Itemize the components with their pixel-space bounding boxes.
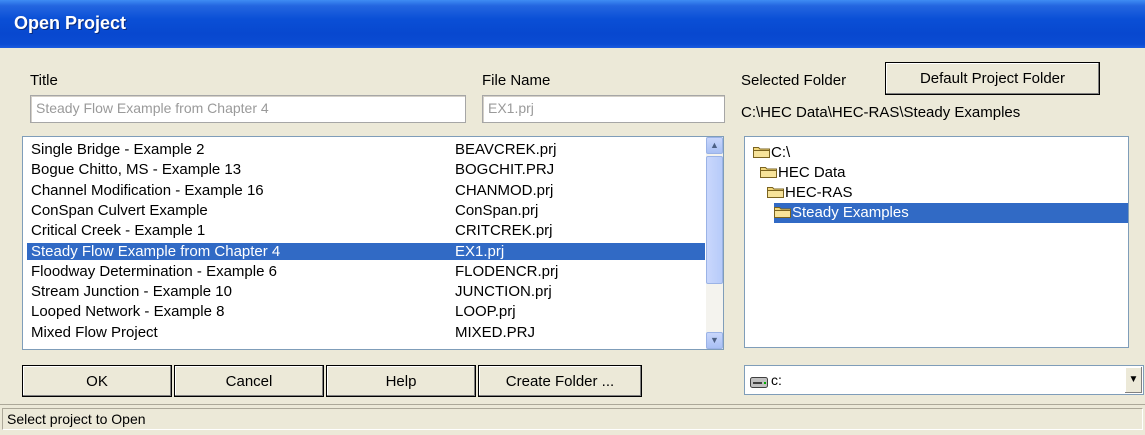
cancel-button[interactable]: Cancel bbox=[174, 365, 324, 397]
project-title: Steady Flow Example from Chapter 4 bbox=[31, 242, 281, 260]
drive-icon bbox=[750, 375, 768, 392]
chevron-down-icon[interactable]: ▼ bbox=[1125, 367, 1142, 393]
scroll-down-icon[interactable]: ▼ bbox=[706, 332, 723, 349]
project-file: MIXED.PRJ bbox=[455, 323, 536, 341]
project-file: BOGCHIT.PRJ bbox=[455, 161, 555, 179]
drive-select[interactable]: c: ▼ bbox=[744, 365, 1144, 395]
open-project-dialog: Open Project Title File Name Selected Fo… bbox=[0, 0, 1145, 435]
title-bar[interactable]: Open Project bbox=[0, 0, 1145, 48]
project-row[interactable]: Mixed Flow Project MIXED.PRJ bbox=[27, 324, 705, 341]
folder-name: HEC Data bbox=[778, 164, 846, 181]
project-title: Floodway Determination - Example 6 bbox=[31, 262, 277, 280]
folder-name: HEC-RAS bbox=[785, 184, 853, 201]
folder-node[interactable]: Steady Examples bbox=[774, 203, 1128, 223]
project-title: Looped Network - Example 8 bbox=[31, 303, 225, 321]
title-label: Title bbox=[30, 72, 58, 89]
project-file: LOOP.prj bbox=[455, 303, 516, 321]
default-project-folder-button[interactable]: Default Project Folder bbox=[885, 62, 1100, 95]
project-title: Stream Junction - Example 10 bbox=[31, 283, 232, 301]
project-file: JUNCTION.prj bbox=[455, 283, 552, 301]
project-row[interactable]: Looped Network - Example 8 LOOP.prj bbox=[27, 303, 705, 320]
project-title: Mixed Flow Project bbox=[31, 323, 158, 341]
status-text: Select project to Open bbox=[2, 408, 1143, 430]
project-title: Channel Modification - Example 16 bbox=[31, 181, 264, 199]
project-file: FLODENCR.prj bbox=[455, 262, 559, 280]
project-file: BEAVCREK.prj bbox=[455, 141, 557, 158]
help-button[interactable]: Help bbox=[326, 365, 476, 397]
project-list[interactable]: Single Bridge - Example 2 BEAVCREK.prj Bog… bbox=[22, 136, 724, 350]
project-file: CRITCREK.prj bbox=[455, 222, 553, 240]
project-title: Bogue Chitto, MS - Example 13 bbox=[31, 161, 242, 179]
folder-node[interactable]: HEC-RAS bbox=[767, 183, 853, 203]
folder-node[interactable]: C:\ bbox=[753, 143, 790, 163]
file-name-label: File Name bbox=[482, 72, 551, 89]
folder-node[interactable]: HEC Data bbox=[760, 163, 846, 183]
project-row[interactable]: Single Bridge - Example 2 BEAVCREK.prj bbox=[27, 141, 705, 158]
drive-value: c: bbox=[771, 372, 782, 388]
project-row[interactable]: Floodway Determination - Example 6 FLODEN… bbox=[27, 263, 705, 280]
project-file: CHANMOD.prj bbox=[455, 181, 554, 199]
selected-folder-label: Selected Folder bbox=[741, 72, 847, 89]
folder-icon bbox=[753, 146, 770, 158]
project-row[interactable]: Bogue Chitto, MS - Example 13 BOGCHIT.PRJ bbox=[27, 161, 705, 178]
project-title: Single Bridge - Example 2 bbox=[31, 141, 205, 158]
folder-tree[interactable]: C:\ HEC Data HEC-RAS Steady Examples bbox=[744, 136, 1129, 348]
project-title: ConSpan Culvert Example bbox=[31, 201, 208, 219]
selected-folder-path: C:\HEC Data\HEC-RAS\Steady Examples bbox=[741, 104, 1021, 121]
scroll-up-icon[interactable]: ▲ bbox=[706, 137, 723, 154]
folder-icon bbox=[760, 166, 777, 178]
project-title: Critical Creek - Example 1 bbox=[31, 222, 206, 240]
project-row[interactable]: Stream Junction - Example 10 JUNCTION.prj bbox=[27, 283, 705, 300]
folder-icon bbox=[774, 206, 791, 218]
project-list-scrollbar[interactable]: ▲ ▼ bbox=[706, 137, 723, 349]
file-name-input[interactable]: EX1.prj bbox=[482, 95, 725, 123]
ok-button[interactable]: OK bbox=[22, 365, 172, 397]
window-title: Open Project bbox=[14, 13, 127, 33]
folder-icon bbox=[767, 186, 784, 198]
project-row[interactable]: Channel Modification - Example 16 CHANMOD… bbox=[27, 182, 705, 199]
title-input[interactable]: Steady Flow Example from Chapter 4 bbox=[30, 95, 466, 123]
status-bar: Select project to Open bbox=[0, 404, 1145, 435]
folder-name: Steady Examples bbox=[792, 204, 909, 221]
project-file: ConSpan.prj bbox=[455, 201, 539, 219]
scroll-thumb[interactable] bbox=[706, 156, 723, 284]
project-row[interactable]: Steady Flow Example from Chapter 4 EX1.pr… bbox=[27, 242, 705, 260]
project-row[interactable]: ConSpan Culvert Example ConSpan.prj bbox=[27, 202, 705, 219]
project-file: EX1.prj bbox=[455, 242, 505, 260]
project-row[interactable]: Critical Creek - Example 1 CRITCREK.prj bbox=[27, 222, 705, 239]
folder-name: C:\ bbox=[771, 144, 791, 161]
create-folder-button[interactable]: Create Folder ... bbox=[478, 365, 642, 397]
